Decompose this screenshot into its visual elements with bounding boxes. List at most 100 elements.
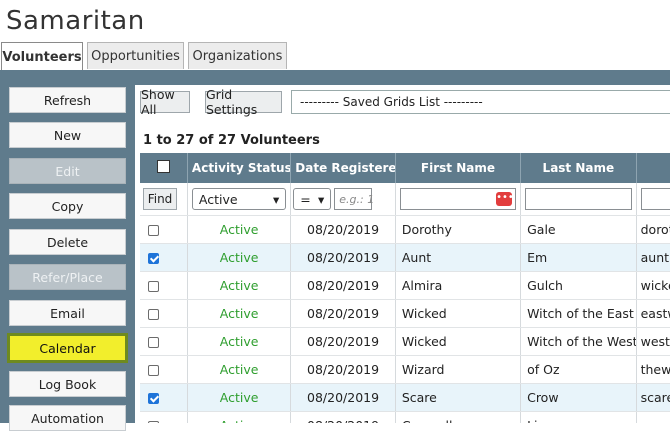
filter-row: Find Active ▾ = ▾ e.g.: 1 •••: [140, 183, 670, 216]
row-checkbox[interactable]: [148, 253, 159, 264]
email-cell: wickedneighbo: [636, 271, 670, 300]
tab-volunteers[interactable]: Volunteers: [1, 42, 83, 71]
activity-status-cell: Active: [187, 215, 292, 244]
new-button[interactable]: New: [9, 122, 126, 148]
first-name-filter-input[interactable]: •••: [399, 188, 517, 210]
chevron-down-icon: ▾: [273, 191, 280, 207]
email-cell: westwich@MGI: [636, 327, 670, 356]
select-all-checkbox[interactable]: [156, 160, 170, 173]
first-name-cell: Wicked: [395, 327, 522, 356]
refresh-button[interactable]: Refresh: [9, 87, 126, 113]
email-cell: dorothy@mail.: [636, 215, 670, 244]
email-cell: thewizz@MGM: [636, 355, 670, 384]
email-cell: scarecrow@M: [636, 383, 670, 412]
column-header-first-name[interactable]: First Name: [395, 153, 522, 183]
table-row[interactable]: Active08/20/2019ScareCrowscarecrow@M: [140, 383, 670, 412]
calendar-button[interactable]: Calendar: [7, 333, 128, 363]
date-filter-input[interactable]: e.g.: 1: [334, 188, 374, 210]
email-button[interactable]: Email: [9, 300, 126, 326]
first-name-cell: Wizard: [395, 355, 522, 384]
column-header-activity-status[interactable]: Activity Status: [187, 153, 292, 183]
table-row[interactable]: Active08/20/2019AuntEmauntieem@MG: [140, 243, 670, 272]
log-book-button[interactable]: Log Book: [9, 371, 126, 397]
tab-opportunities[interactable]: Opportunities: [87, 42, 184, 69]
date-operator-value: =: [300, 191, 311, 207]
date-registered-cell: 08/20/2019: [290, 411, 396, 423]
row-checkbox-cell: [140, 271, 188, 300]
last-name-cell: Gulch: [520, 271, 637, 300]
column-header-last-name[interactable]: Last Name: [520, 153, 637, 183]
find-button[interactable]: Find: [143, 188, 177, 210]
activity-status-cell: Active: [187, 243, 292, 272]
row-checkbox-cell: [140, 327, 188, 356]
row-checkbox-cell: [140, 383, 188, 412]
email-filter-input[interactable]: [640, 188, 670, 210]
row-checkbox[interactable]: [148, 365, 159, 376]
automation-button[interactable]: Automation: [9, 405, 126, 431]
column-header-date-registered[interactable]: Date Registere: [290, 153, 396, 183]
volunteers-table: Activity Status Date Registere First Nam…: [140, 153, 670, 423]
record-count: 1 to 27 of 27 Volunteers: [143, 133, 320, 148]
tab-organizations[interactable]: Organizations: [188, 42, 287, 69]
activity-status-cell: Active: [187, 299, 292, 328]
app-title: Samaritan: [6, 6, 145, 36]
activity-status-cell: Active: [187, 411, 292, 423]
table-row[interactable]: Active08/20/2019CowardlyLionmeowhumble@: [140, 411, 670, 423]
row-checkbox-cell: [140, 215, 188, 244]
first-name-cell: Wicked: [395, 299, 522, 328]
email-cell: auntieem@MG: [636, 243, 670, 272]
last-name-cell: Witch of the West: [520, 327, 637, 356]
row-checkbox-cell: [140, 299, 188, 328]
last-name-cell: Lion: [520, 411, 637, 423]
column-header-email[interactable]: Email: [636, 153, 670, 183]
last-name-filter-input[interactable]: [525, 188, 632, 210]
activity-status-cell: Active: [187, 355, 292, 384]
row-checkbox[interactable]: [148, 393, 159, 404]
first-name-cell: Cowardly: [395, 411, 522, 423]
last-name-cell: Crow: [520, 383, 637, 412]
row-checkbox[interactable]: [148, 337, 159, 348]
date-registered-cell: 08/20/2019: [290, 327, 396, 356]
status-filter-select[interactable]: Active ▾: [191, 188, 287, 210]
date-registered-cell: 08/20/2019: [290, 299, 396, 328]
row-checkbox[interactable]: [148, 225, 159, 236]
last-name-cell: Witch of the East: [520, 299, 637, 328]
date-registered-cell: 08/20/2019: [290, 215, 396, 244]
last-name-cell: Em: [520, 243, 637, 272]
refer-place-button[interactable]: Refer/Place: [9, 264, 126, 290]
table-row[interactable]: Active08/20/2019DorothyGaledorothy@mail.: [140, 215, 670, 244]
status-filter-value: Active: [198, 191, 238, 207]
show-all-button[interactable]: Show All: [140, 87, 190, 117]
row-checkbox-cell: [140, 243, 188, 272]
delete-button[interactable]: Delete: [9, 229, 126, 255]
row-checkbox-cell: [140, 411, 188, 423]
edit-button[interactable]: Edit: [9, 158, 126, 184]
table-row[interactable]: Active08/20/2019AlmiraGulchwickedneighbo: [140, 271, 670, 300]
more-options-icon[interactable]: •••: [496, 192, 514, 206]
grid-settings-button[interactable]: Grid Settings: [205, 87, 282, 117]
date-registered-cell: 08/20/2019: [290, 271, 396, 300]
table-row[interactable]: Active 08/20/2019 Wicked Witch of the East e…: [140, 299, 670, 328]
row-checkbox-cell: [140, 355, 188, 384]
last-name-cell: Gale: [520, 215, 637, 244]
table-row[interactable]: Active08/20/2019Wizardof Ozthewizz@MGM: [140, 355, 670, 384]
copy-button[interactable]: Copy: [9, 193, 126, 219]
table-header: Activity Status Date Registere First Nam…: [140, 153, 670, 183]
row-checkbox[interactable]: [148, 281, 159, 292]
email-cell: eastwich@MGI: [636, 299, 670, 328]
activity-status-cell: Active: [187, 383, 292, 412]
first-name-cell: Scare: [395, 383, 522, 412]
select-all-header[interactable]: [140, 153, 188, 183]
activity-status-cell: Active: [187, 271, 292, 300]
activity-status-cell: Active: [187, 327, 292, 356]
chevron-down-icon: ▾: [318, 191, 325, 207]
saved-grids-select[interactable]: --------- Saved Grids List ---------: [291, 90, 670, 114]
date-registered-cell: 08/20/2019: [290, 243, 396, 272]
date-operator-select[interactable]: = ▾: [293, 188, 332, 210]
row-checkbox[interactable]: [148, 309, 159, 320]
first-name-cell: Almira: [395, 271, 522, 300]
email-cell: meowhumble@: [636, 411, 670, 423]
table-row[interactable]: Active 08/20/2019 Wicked Witch of the West w…: [140, 327, 670, 356]
grid-panel: Show All Grid Settings --------- Saved G…: [135, 85, 670, 423]
last-name-cell: of Oz: [520, 355, 637, 384]
